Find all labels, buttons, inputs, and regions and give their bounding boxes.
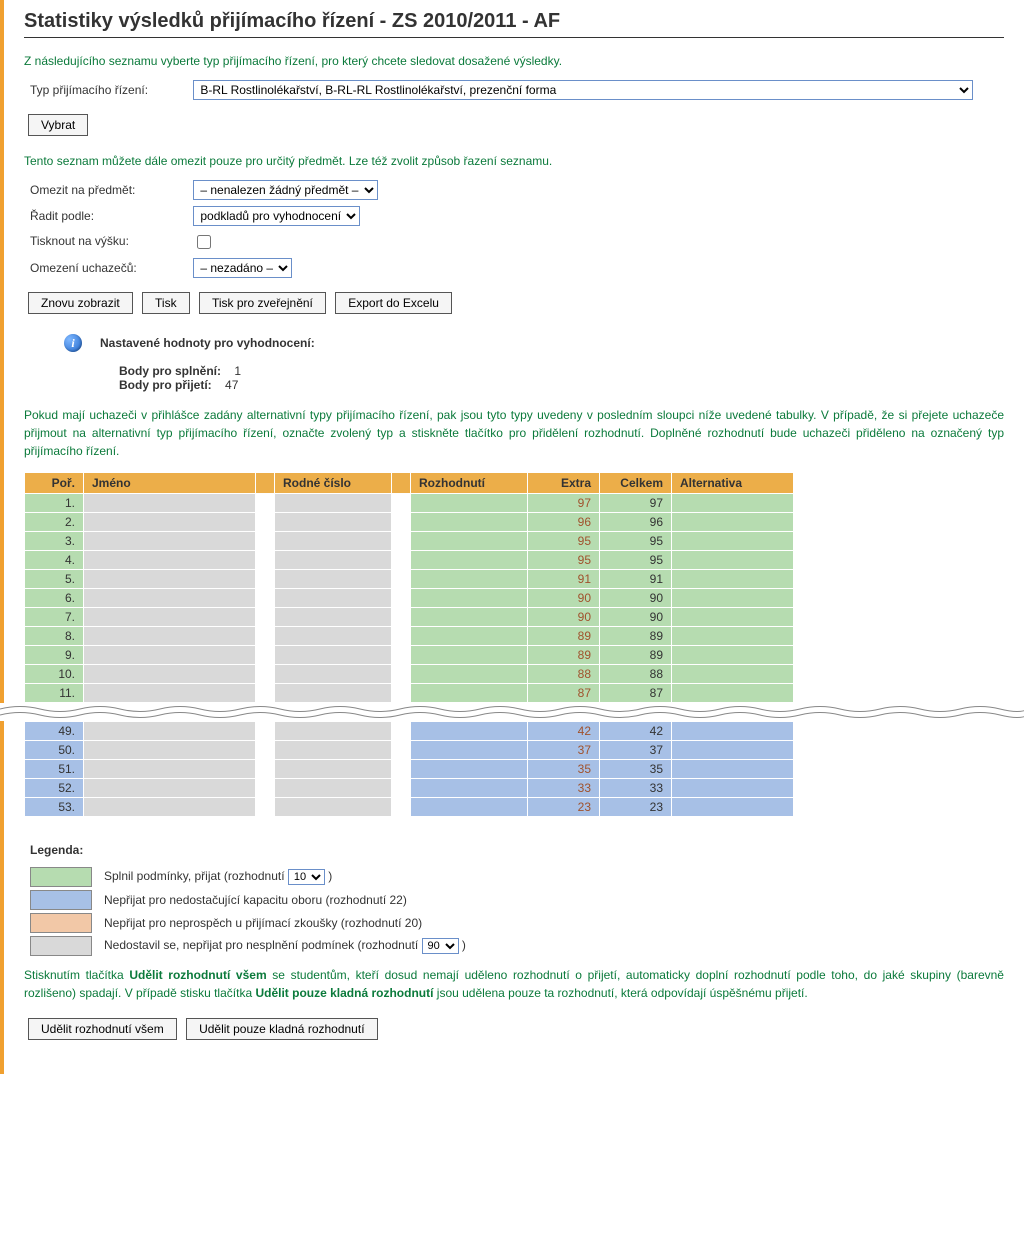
tisk-zverejneni-button[interactable]: Tisk pro zveřejnění (199, 292, 326, 314)
th-alt: Alternativa (672, 473, 793, 493)
export-excel-button[interactable]: Export do Excelu (335, 292, 452, 314)
table-row: 1.9797 (25, 494, 793, 512)
legend-orange-text: Nepřijat pro neprospěch u přijímací zkou… (104, 916, 422, 930)
intro-text: Z následujícího seznamu vyberte typ přij… (24, 52, 1004, 70)
swatch-grey (30, 936, 92, 956)
th-celkem: Celkem (600, 473, 671, 493)
table-row: 11.8787 (25, 684, 793, 702)
udelit-kladna-button[interactable]: Udělit pouze kladná rozhodnutí (186, 1018, 377, 1040)
table-row: 7.9090 (25, 608, 793, 626)
omezit-predmet-label: Omezit na předmět: (24, 183, 190, 197)
typ-prijimaciho-rizeni-select[interactable]: B-RL Rostlinolékařství, B-RL-RL Rostlino… (193, 80, 973, 100)
legend-grey-select[interactable]: 90 (422, 938, 459, 954)
table-row: 2.9696 (25, 513, 793, 531)
swatch-green (30, 867, 92, 887)
omezeni-uchazecu-select[interactable]: – nezadáno – (193, 258, 292, 278)
table-row: 50.3737 (25, 741, 793, 759)
legend-row-green: Splnil podmínky, přijat (rozhodnutí 10 ) (30, 867, 1004, 887)
swatch-blue (30, 890, 92, 910)
th-extra: Extra (528, 473, 599, 493)
table-row: 52.3333 (25, 779, 793, 797)
legend-row-orange: Nepřijat pro neprospěch u přijímací zkou… (30, 913, 1004, 933)
legend-row-grey: Nedostavil se, nepřijat pro nesplnění po… (30, 936, 1004, 956)
table-row: 4.9595 (25, 551, 793, 569)
radit-label: Řadit podle: (24, 209, 190, 223)
typ-label: Typ přijímacího řízení: (24, 83, 190, 97)
omezeni-uchazecu-label: Omezení uchazečů: (24, 261, 190, 275)
info-heading: Nastavené hodnoty pro vyhodnocení: (100, 336, 315, 350)
legend-row-blue: Nepřijat pro nedostačující kapacitu obor… (30, 890, 1004, 910)
legend-green-text: Splnil podmínky, přijat (rozhodnutí (104, 869, 288, 883)
th-rc: Rodné číslo (275, 473, 391, 493)
table-row: 3.9595 (25, 532, 793, 550)
th-por: Poř. (25, 473, 83, 493)
page-title: Statistiky výsledků přijímacího řízení -… (24, 10, 1004, 38)
table-row: 53.2323 (25, 798, 793, 816)
znovu-zobrazit-button[interactable]: Znovu zobrazit (28, 292, 133, 314)
body-splneni-label: Body pro splnění: (119, 364, 221, 378)
tisk-vysku-label: Tisknout na výšku: (24, 234, 190, 248)
note-2: Pokud mají uchazeči v přihlášce zadány a… (24, 406, 1004, 460)
body-prijeti-value: 47 (225, 378, 238, 392)
legend-title: Legenda: (30, 843, 1004, 857)
table-row: 6.9090 (25, 589, 793, 607)
udelit-vsem-button[interactable]: Udělit rozhodnutí všem (28, 1018, 177, 1040)
table-row: 5.9191 (25, 570, 793, 588)
tisk-na-vysku-checkbox[interactable] (197, 235, 211, 249)
th-roz: Rozhodnutí (411, 473, 527, 493)
info-icon: i (64, 334, 82, 352)
legend-grey-text: Nedostavil se, nepřijat pro nesplnění po… (104, 938, 422, 952)
note-1: Tento seznam můžete dále omezit pouze pr… (24, 152, 1004, 170)
note-3: Stisknutím tlačítka Udělit rozhodnutí vš… (24, 966, 1004, 1002)
table-row: 49.4242 (25, 722, 793, 740)
table-row: 10.8888 (25, 665, 793, 683)
swatch-orange (30, 913, 92, 933)
legend-blue-text: Nepřijat pro nedostačující kapacitu obor… (104, 893, 407, 907)
vybrat-button[interactable]: Vybrat (28, 114, 88, 136)
results-table-bottom: 49.424250.373751.353552.333353.2323 (24, 721, 794, 817)
results-table: Poř. Jméno Rodné číslo Rozhodnutí Extra … (24, 472, 794, 703)
table-row: 9.8989 (25, 646, 793, 664)
th-jmeno: Jméno (84, 473, 255, 493)
table-row: 8.8989 (25, 627, 793, 645)
body-prijeti-label: Body pro přijetí: (119, 378, 212, 392)
omezit-predmet-select[interactable]: – nenalezen žádný předmět – (193, 180, 378, 200)
tisk-button[interactable]: Tisk (142, 292, 190, 314)
body-splneni-value: 1 (234, 364, 241, 378)
radit-podle-select[interactable]: podkladů pro vyhodnocení (193, 206, 360, 226)
page-tear (0, 703, 1024, 721)
legend-green-select[interactable]: 10 (288, 869, 325, 885)
table-row: 51.3535 (25, 760, 793, 778)
